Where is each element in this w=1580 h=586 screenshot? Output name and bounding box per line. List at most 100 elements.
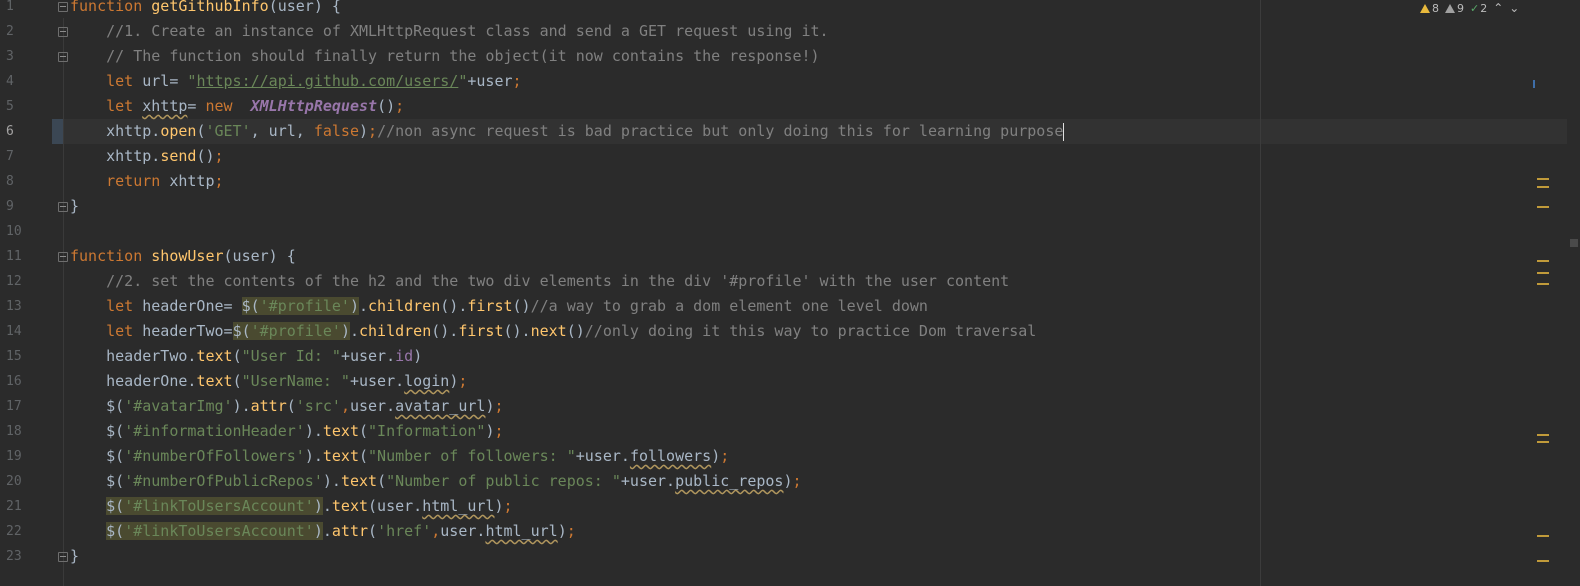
code-line[interactable]: } bbox=[70, 544, 79, 569]
token-text: ). bbox=[232, 397, 251, 415]
token-property: avatar_url bbox=[395, 397, 486, 415]
code-line[interactable]: $('#avatarImg').attr('src',user.avatar_u… bbox=[70, 394, 504, 419]
chevron-up-icon[interactable]: ⌃ bbox=[1493, 1, 1503, 15]
token-property: id bbox=[395, 347, 414, 365]
code-line[interactable]: $('#numberOfFollowers').text("Number of … bbox=[70, 444, 729, 469]
code-line[interactable]: $('#linkToUsersAccount').text(user.html_… bbox=[70, 494, 513, 519]
token-text: +user. bbox=[620, 472, 676, 490]
code-line[interactable]: headerTwo.text("User Id: "+user.id) bbox=[70, 344, 422, 369]
token-text: ( bbox=[359, 422, 369, 440]
line-number: 19 bbox=[6, 449, 22, 464]
token-text: +user. bbox=[349, 372, 405, 390]
token-method: send bbox=[160, 147, 197, 165]
token-string: '#profile' bbox=[259, 297, 350, 315]
code-line-current[interactable]: xhttp.open('GET', url, false);//non asyn… bbox=[70, 119, 1065, 144]
token-text: ) bbox=[494, 497, 504, 515]
token-comma: , bbox=[431, 522, 441, 540]
fold-toggle-icon[interactable] bbox=[58, 27, 68, 37]
token-comment: //only doing it this way to practice Dom… bbox=[584, 322, 1037, 340]
token-params: (user) { bbox=[268, 0, 341, 15]
weak-warnings-count[interactable]: 9 bbox=[1445, 2, 1464, 15]
token-text: xhttp bbox=[160, 172, 215, 190]
code-line[interactable]: function getGithubInfo(user) { bbox=[70, 0, 341, 19]
token-text: (). bbox=[503, 322, 531, 340]
error-stripe-mark[interactable] bbox=[1537, 272, 1549, 274]
code-line[interactable]: let xhttp= new XMLHttpRequest(); bbox=[70, 94, 404, 119]
line-number-current: 6 bbox=[6, 124, 14, 139]
code-line[interactable]: // The function should finally return th… bbox=[70, 44, 819, 69]
token-text: xhttp. bbox=[106, 122, 161, 140]
warnings-count[interactable]: 8 bbox=[1420, 2, 1439, 15]
code-line[interactable]: let url= "https://api.github.com/users/"… bbox=[70, 69, 521, 94]
token-string: "Information" bbox=[368, 422, 486, 440]
right-margin-guide bbox=[1260, 0, 1261, 586]
code-line[interactable]: //2. set the contents of the h2 and the … bbox=[70, 269, 1009, 294]
token-method: children bbox=[368, 297, 441, 315]
token-function-name: showUser bbox=[151, 247, 224, 265]
text-caret bbox=[1063, 122, 1065, 141]
error-stripe-mark[interactable] bbox=[1537, 535, 1549, 537]
token-text: ). bbox=[304, 422, 323, 440]
error-stripe-mark[interactable] bbox=[1537, 178, 1549, 180]
token-method: next bbox=[530, 322, 567, 340]
token-text: ) bbox=[711, 447, 721, 465]
line-number: 12 bbox=[6, 274, 22, 289]
token-text: (). bbox=[440, 297, 468, 315]
code-line[interactable]: $('#numberOfPublicRepos').text("Number o… bbox=[70, 469, 801, 494]
scrollbar-thumb[interactable] bbox=[1570, 239, 1578, 247]
token-method: text bbox=[340, 472, 378, 490]
token-string: 'href' bbox=[377, 522, 432, 540]
fold-end-icon[interactable] bbox=[58, 552, 68, 562]
token-url-link[interactable]: https://api.github.com/users/ bbox=[196, 72, 458, 90]
code-line[interactable]: xhttp.send(); bbox=[70, 144, 224, 169]
code-line[interactable]: function showUser(user) { bbox=[70, 244, 296, 269]
line-number: 21 bbox=[6, 499, 22, 514]
vertical-scrollbar[interactable] bbox=[1568, 0, 1580, 586]
token-text: (user. bbox=[368, 497, 423, 515]
token-text: ) bbox=[349, 297, 359, 315]
fold-toggle-icon[interactable] bbox=[58, 2, 68, 12]
token-keyword: function bbox=[70, 0, 143, 15]
code-line[interactable]: //1. Create an instance of XMLHttpReques… bbox=[70, 19, 828, 44]
error-stripe-mark[interactable] bbox=[1537, 283, 1549, 285]
error-stripe-mark[interactable] bbox=[1533, 80, 1535, 88]
token-text: ). bbox=[304, 447, 323, 465]
token-text: +user bbox=[467, 72, 513, 90]
code-line[interactable]: return xhttp; bbox=[70, 169, 223, 194]
error-stripe-mark[interactable] bbox=[1537, 434, 1549, 436]
error-stripe-mark[interactable] bbox=[1537, 206, 1549, 208]
error-stripe-mark[interactable] bbox=[1537, 441, 1549, 443]
chevron-down-icon[interactable]: ⌄ bbox=[1509, 1, 1519, 15]
code-line[interactable]: } bbox=[70, 194, 79, 219]
error-stripe-mark[interactable] bbox=[1537, 260, 1549, 262]
token-semicolon: ; bbox=[720, 447, 730, 465]
inspections-widget[interactable]: 8 9 ✓2 ⌃ ⌄ bbox=[1420, 0, 1519, 16]
token-property: html_url bbox=[485, 522, 558, 540]
token-text: ) bbox=[557, 522, 567, 540]
token-jquery: $( bbox=[232, 322, 251, 340]
code-line[interactable]: let headerTwo=$('#profile').children().f… bbox=[70, 319, 1036, 344]
token-semicolon: ; bbox=[214, 147, 224, 165]
line-number: 2 bbox=[6, 24, 14, 39]
token-text: +user. bbox=[340, 347, 396, 365]
error-stripe-mark[interactable] bbox=[1537, 560, 1549, 562]
token-text: headerTwo= bbox=[133, 322, 233, 340]
token-text: (). bbox=[431, 322, 459, 340]
fold-end-icon[interactable] bbox=[58, 52, 68, 62]
token-method: text bbox=[331, 497, 369, 515]
token-text: xhttp. bbox=[106, 147, 161, 165]
token-jquery: $( bbox=[241, 297, 260, 315]
token-text: url= bbox=[133, 72, 188, 90]
typos-count[interactable]: ✓2 bbox=[1470, 2, 1487, 15]
fold-toggle-icon[interactable] bbox=[58, 252, 68, 262]
error-stripe-mark[interactable] bbox=[1537, 186, 1549, 188]
line-number: 13 bbox=[6, 299, 22, 314]
token-semicolon: ; bbox=[494, 397, 504, 415]
code-line[interactable]: let headerOne= $('#profile').children().… bbox=[70, 294, 928, 319]
token-text: , url, bbox=[250, 122, 314, 140]
code-line[interactable]: headerOne.text("UserName: "+user.login); bbox=[70, 369, 467, 394]
code-line[interactable]: $('#linkToUsersAccount').attr('href',use… bbox=[70, 519, 576, 544]
token-jquery: $( bbox=[106, 397, 125, 415]
code-line[interactable]: $('#informationHeader').text("Informatio… bbox=[70, 419, 503, 444]
fold-end-icon[interactable] bbox=[58, 202, 68, 212]
